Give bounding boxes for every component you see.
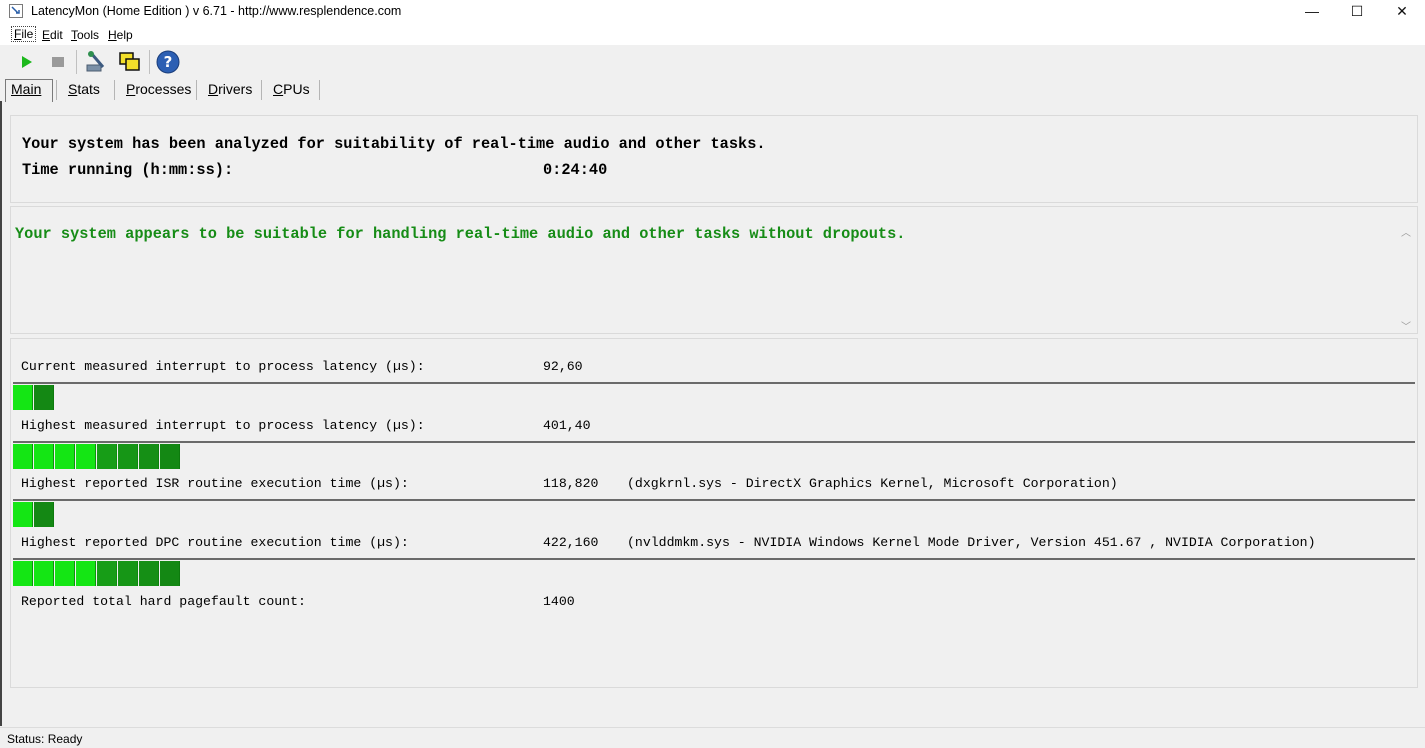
stop-icon[interactable] <box>52 56 65 68</box>
toolbar-separator <box>149 50 150 74</box>
latency-bar <box>13 441 1415 470</box>
bar-segment <box>118 561 138 586</box>
metric-label: Highest measured interrupt to process la… <box>21 418 425 433</box>
bar-segment <box>160 444 180 469</box>
analysis-summary: Your system has been analyzed for suitab… <box>22 135 766 153</box>
bar-segment <box>97 444 117 469</box>
verdict-message: Your system appears to be suitable for h… <box>15 225 906 243</box>
help-glyph: ? <box>164 53 173 71</box>
app-icon <box>9 4 23 18</box>
latency-bar <box>13 499 1415 528</box>
minimize-button[interactable]: — <box>1289 0 1335 23</box>
bar-segment <box>76 561 96 586</box>
bar-segment <box>34 444 54 469</box>
menu-edit[interactable]: Edit <box>42 28 63 42</box>
bar-segment <box>160 561 180 586</box>
metric-label: Current measured interrupt to process la… <box>21 359 425 374</box>
toolbar-separator <box>76 50 77 74</box>
bar-segment <box>118 444 138 469</box>
tab-stats[interactable]: Stats <box>68 81 100 97</box>
window-edge <box>0 101 2 726</box>
menu-tools[interactable]: Tools <box>71 28 99 42</box>
metric-value: 118,820 <box>543 476 599 491</box>
bar-segment <box>13 444 33 469</box>
bar-segment <box>55 444 75 469</box>
tab-main[interactable]: Main <box>11 81 41 97</box>
help-icon[interactable]: ? <box>156 50 180 74</box>
status-text: Status: Ready <box>7 732 83 746</box>
menu-bar: File Edit Tools Help <box>0 23 1425 45</box>
bar-segment <box>55 561 75 586</box>
tab-separator <box>196 80 197 100</box>
latency-bar <box>13 558 1415 587</box>
latency-bar <box>13 382 1415 411</box>
time-running-value: 0:24:40 <box>543 161 608 179</box>
bar-segment <box>13 385 33 410</box>
play-icon[interactable] <box>20 55 34 69</box>
scroll-down-icon[interactable]: ﹀ <box>1401 318 1411 333</box>
bar-segment <box>139 444 159 469</box>
tab-processes[interactable]: Processes <box>126 81 191 97</box>
tab-separator <box>261 80 262 100</box>
toolbar: ? <box>0 46 200 78</box>
bar-segment <box>13 561 33 586</box>
bar-segment <box>34 502 54 527</box>
tab-cpus[interactable]: CPUs <box>273 81 310 97</box>
close-button[interactable]: ✕ <box>1379 0 1425 23</box>
metric-label: Highest reported DPC routine execution t… <box>21 535 409 550</box>
scroll-up-icon[interactable]: ︿ <box>1401 224 1411 239</box>
tab-separator <box>114 80 115 100</box>
windows-copy-icon[interactable] <box>118 50 142 74</box>
bar-segment <box>76 444 96 469</box>
menu-help[interactable]: Help <box>108 28 133 42</box>
bar-segment <box>34 385 54 410</box>
tab-drivers[interactable]: Drivers <box>208 81 252 97</box>
bar-segment <box>34 561 54 586</box>
metric-value: 92,60 <box>543 359 583 374</box>
menu-file[interactable]: File <box>10 26 37 42</box>
metric-detail: (nvlddmkm.sys - NVIDIA Windows Kernel Mo… <box>627 535 1316 550</box>
metric-value: 401,40 <box>543 418 591 433</box>
time-running-label: Time running (h:mm:ss): <box>22 161 234 179</box>
summary-panel <box>10 115 1418 203</box>
window-title: LatencyMon (Home Edition ) v 6.71 - http… <box>31 4 402 18</box>
metric-value: 1400 <box>543 594 575 609</box>
title-bar: LatencyMon (Home Edition ) v 6.71 - http… <box>0 0 1425 23</box>
metric-detail: (dxgkrnl.sys - DirectX Graphics Kernel, … <box>627 476 1118 491</box>
tab-separator <box>56 80 57 100</box>
metric-value: 422,160 <box>543 535 599 550</box>
metric-label: Reported total hard pagefault count: <box>21 594 306 609</box>
maximize-button[interactable]: ☐ <box>1334 0 1380 23</box>
tab-separator <box>319 80 320 100</box>
bar-segment <box>97 561 117 586</box>
metric-label: Highest reported ISR routine execution t… <box>21 476 409 491</box>
bar-segment <box>139 561 159 586</box>
tab-strip: Main Stats Processes Drivers CPUs <box>0 77 340 102</box>
bar-segment <box>13 502 33 527</box>
status-bar: Status: Ready <box>0 727 1425 748</box>
driver-tool-icon[interactable] <box>85 50 109 74</box>
